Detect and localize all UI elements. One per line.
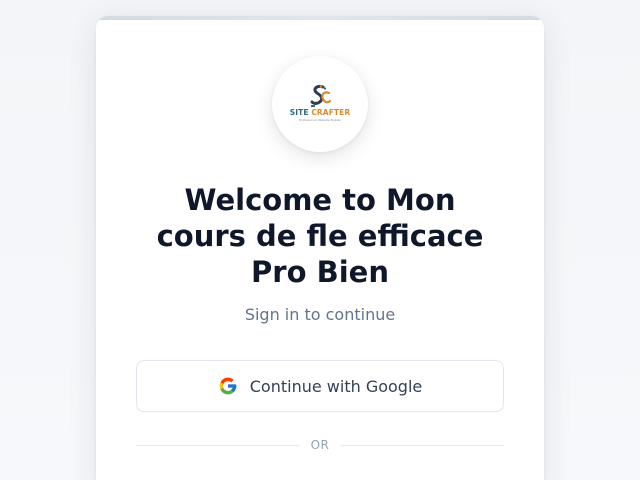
login-page: SITE CRAFTER Professional Website Builde… xyxy=(0,0,640,480)
logo-wordmark: SITE CRAFTER xyxy=(272,108,368,117)
google-signin-button[interactable]: Continue with Google xyxy=(136,360,504,412)
login-card: SITE CRAFTER Professional Website Builde… xyxy=(96,16,544,480)
divider-line-left xyxy=(136,444,299,446)
google-icon xyxy=(219,377,237,395)
page-title: Welcome to Mon cours de fle efficace Pro… xyxy=(156,183,484,289)
divider-line-right xyxy=(341,444,505,446)
google-signin-label: Continue with Google xyxy=(249,376,423,396)
divider-text: OR xyxy=(310,438,330,452)
or-divider: OR xyxy=(136,437,505,453)
logo-mark-icon xyxy=(310,85,331,107)
logo-tagline: Professional Website Builder xyxy=(298,118,342,122)
logo-word-crafter: CRAFTER xyxy=(311,108,351,117)
page-subtitle: Sign in to continue xyxy=(244,305,396,324)
card-top-border xyxy=(96,16,544,20)
brand-logo: SITE CRAFTER Professional Website Builde… xyxy=(272,56,368,152)
logo-word-site: SITE xyxy=(289,108,312,117)
